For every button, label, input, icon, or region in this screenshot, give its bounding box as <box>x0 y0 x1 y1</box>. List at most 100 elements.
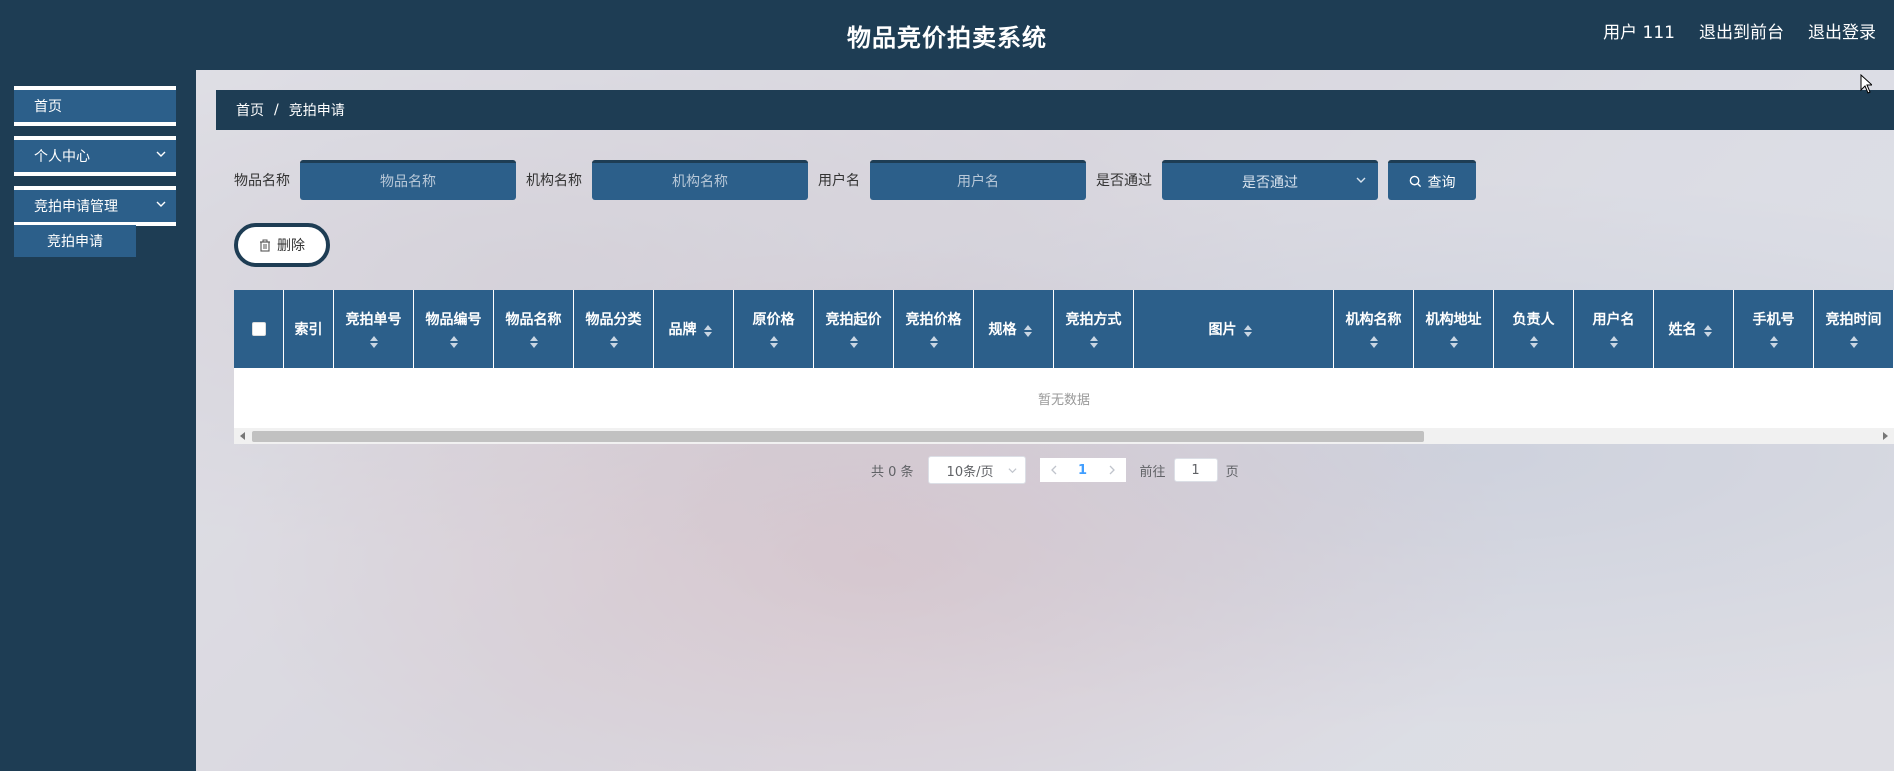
goto-page: 前往 页 <box>1140 458 1239 482</box>
column-header-label: 姓名 <box>1668 322 1697 338</box>
column-header-auction-method[interactable]: 竞拍方式 <box>1054 290 1134 368</box>
app-title: 物品竞价拍卖系统 <box>847 23 1047 52</box>
chevron-down-icon <box>156 201 166 207</box>
breadcrumb-current: 竞拍申请 <box>288 103 345 119</box>
chevron-left-icon <box>1050 465 1057 475</box>
sort-icon[interactable] <box>1703 324 1713 338</box>
sidebar-item-label: 首页 <box>34 99 62 115</box>
column-header-auction-no[interactable]: 竞拍单号 <box>334 290 414 368</box>
sort-icon[interactable] <box>449 335 459 349</box>
table-body: 暂无数据 <box>234 368 1894 428</box>
column-header-label: 机构名称 <box>1345 312 1402 328</box>
column-header-label: 品牌 <box>668 322 697 338</box>
sort-icon[interactable] <box>929 335 939 349</box>
mouse-cursor-icon <box>1860 74 1872 94</box>
column-header-name[interactable]: 姓名 <box>1654 290 1734 368</box>
back-to-front-link[interactable]: 退出到前台 <box>1699 18 1784 43</box>
column-header-spec[interactable]: 规格 <box>974 290 1054 368</box>
page-size-select[interactable]: 10条/页 <box>927 456 1026 484</box>
column-header-label: 负责人 <box>1512 312 1555 328</box>
sort-icon[interactable] <box>1769 335 1779 349</box>
select-all-cell <box>234 290 284 368</box>
sort-icon[interactable] <box>369 335 379 349</box>
column-header-org-address[interactable]: 机构地址 <box>1414 290 1494 368</box>
column-header-phone[interactable]: 手机号 <box>1734 290 1814 368</box>
trash-icon <box>260 239 270 252</box>
sidebar-item-home[interactable]: 首页 <box>14 86 176 126</box>
user-label[interactable]: 用户 111 <box>1603 18 1675 43</box>
column-header-original-price[interactable]: 原价格 <box>734 290 814 368</box>
column-header-manager[interactable]: 负责人 <box>1494 290 1574 368</box>
sort-icon[interactable] <box>1449 335 1459 349</box>
column-header-brand[interactable]: 品牌 <box>654 290 734 368</box>
column-header-item-name[interactable]: 物品名称 <box>494 290 574 368</box>
username-input[interactable] <box>870 160 1086 200</box>
passed-select-value: 是否通过 <box>1242 174 1298 191</box>
username-label: 用户名 <box>818 173 860 189</box>
sort-icon[interactable] <box>609 335 619 349</box>
sort-icon[interactable] <box>529 335 539 349</box>
select-all-checkbox[interactable] <box>251 322 266 336</box>
sort-icon[interactable] <box>849 335 859 349</box>
scrollbar-thumb[interactable] <box>252 431 1424 442</box>
delete-button[interactable]: 删除 <box>234 223 330 267</box>
column-header-label: 竞拍时间 <box>1825 312 1882 328</box>
sidebar-item-personal-center[interactable]: 个人中心 <box>14 136 176 176</box>
column-header-org-name[interactable]: 机构名称 <box>1334 290 1414 368</box>
prev-page-button[interactable] <box>1039 458 1068 482</box>
column-header-label: 物品分类 <box>585 312 642 328</box>
column-header-item-category[interactable]: 物品分类 <box>574 290 654 368</box>
chevron-down-icon <box>156 151 166 157</box>
chevron-right-icon <box>1109 465 1115 475</box>
total-count: 共 0 条 <box>871 464 914 480</box>
breadcrumb-home[interactable]: 首页 <box>236 100 264 120</box>
pager: 1 <box>1039 458 1126 482</box>
sidebar-item-label: 个人中心 <box>34 149 90 165</box>
column-header-label: 竞拍单号 <box>345 312 402 328</box>
pagination: 共 0 条 10条/页 1 前往 页 <box>871 456 1239 484</box>
sort-icon[interactable] <box>1089 335 1099 349</box>
column-header-item-no[interactable]: 物品编号 <box>414 290 494 368</box>
sidebar-item-label: 竞拍申请管理 <box>34 199 118 215</box>
goto-page-input[interactable] <box>1173 458 1218 482</box>
horizontal-scrollbar[interactable] <box>234 428 1894 444</box>
page-size-value: 10条/页 <box>946 464 994 480</box>
breadcrumb-separator: / <box>274 102 279 118</box>
column-header-label: 索引 <box>294 322 323 338</box>
query-button[interactable]: 查询 <box>1388 160 1476 200</box>
column-header-label: 规格 <box>988 322 1017 338</box>
item-name-input[interactable] <box>300 160 516 200</box>
sort-icon[interactable] <box>1243 324 1253 338</box>
passed-select[interactable]: 是否通过 <box>1162 160 1378 200</box>
sort-icon[interactable] <box>1609 335 1619 349</box>
column-header-label: 图片 <box>1208 322 1237 338</box>
sort-icon[interactable] <box>1023 324 1033 338</box>
column-header-auction-price[interactable]: 竞拍价格 <box>894 290 974 368</box>
column-header-username[interactable]: 用户名 <box>1574 290 1654 368</box>
sidebar-subitem-label: 竞拍申请 <box>47 234 103 250</box>
scroll-right-icon[interactable] <box>1883 432 1888 440</box>
sidebar-item-auction-apply-mgmt[interactable]: 竞拍申请管理 <box>14 186 176 226</box>
sort-icon[interactable] <box>1849 335 1859 349</box>
page-number[interactable]: 1 <box>1067 458 1098 482</box>
goto-label: 前往 <box>1139 464 1166 480</box>
column-header-label: 竞拍起价 <box>825 312 882 328</box>
sort-icon[interactable] <box>769 335 779 349</box>
sort-icon[interactable] <box>703 324 713 338</box>
column-header-label: 机构地址 <box>1425 312 1482 328</box>
column-header-index: 索引 <box>284 290 334 368</box>
sidebar: 首页 个人中心 竞拍申请管理 <box>0 70 196 771</box>
column-header-image[interactable]: 图片 <box>1134 290 1334 368</box>
sort-icon[interactable] <box>1369 335 1379 349</box>
sort-icon[interactable] <box>1529 335 1539 349</box>
passed-label: 是否通过 <box>1096 173 1152 189</box>
next-page-button[interactable] <box>1097 458 1126 482</box>
page-unit-label: 页 <box>1225 464 1239 480</box>
org-name-input[interactable] <box>592 160 808 200</box>
scroll-left-icon[interactable] <box>240 432 245 440</box>
chevron-down-icon <box>1008 468 1017 474</box>
column-header-auction-time[interactable]: 竞拍时间 <box>1814 290 1894 368</box>
sidebar-subitem-auction-apply[interactable]: 竞拍申请 <box>14 225 136 257</box>
column-header-start-price[interactable]: 竞拍起价 <box>814 290 894 368</box>
logout-link[interactable]: 退出登录 <box>1808 18 1876 43</box>
